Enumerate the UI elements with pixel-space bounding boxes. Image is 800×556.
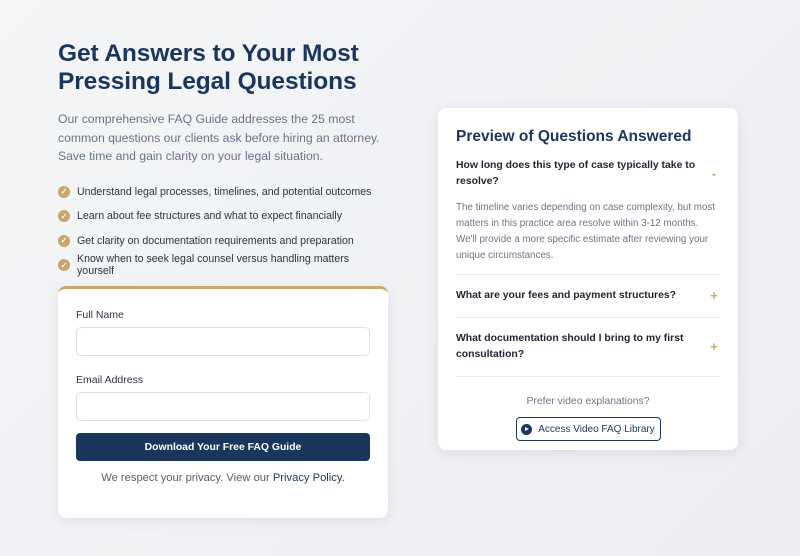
privacy-policy-link[interactable]: Privacy Policy.	[273, 472, 345, 484]
faq-preview-card: Preview of Questions Answered How long d…	[438, 108, 738, 450]
faq-question: How long does this type of case typicall…	[456, 160, 696, 187]
lead-form-card: Full Name Email Address Download Your Fr…	[58, 286, 388, 518]
benefit-list: ✓ Understand legal processes, timelines,…	[58, 180, 388, 278]
faq-item: What documentation should I bring to my …	[456, 318, 720, 377]
list-item: ✓ Understand legal processes, timelines,…	[58, 180, 388, 205]
list-item: ✓ Learn about fee structures and what to…	[58, 204, 388, 229]
check-circle-icon: ✓	[58, 210, 70, 223]
faq-answer: The timeline varies depending on case co…	[456, 202, 716, 261]
video-faq-library-button[interactable]: Access Video FAQ Library	[515, 417, 661, 441]
faq-item: What are your fees and payment structure…	[456, 275, 720, 318]
faq-question-toggle[interactable]: What are your fees and payment structure…	[456, 275, 720, 317]
intro-text: Our comprehensive FAQ Guide addresses th…	[58, 112, 380, 163]
check-circle-icon: ✓	[58, 259, 70, 272]
hero-section: Get Answers to Your Most Pressing Legal …	[58, 40, 388, 278]
privacy-text: We respect your privacy. View our	[101, 472, 270, 484]
full-name-input[interactable]	[76, 327, 370, 356]
plus-icon[interactable]: +	[708, 339, 720, 355]
benefit-text: Learn about fee structures and what to e…	[77, 210, 343, 223]
check-circle-icon: ✓	[58, 234, 70, 247]
list-item: ✓ Get clarity on documentation requireme…	[58, 229, 388, 254]
email-label: Email Address	[76, 374, 144, 386]
benefit-text: Know when to seek legal counsel versus h…	[77, 253, 350, 278]
minus-icon[interactable]: -	[708, 166, 720, 182]
faq-item: How long does this type of case typicall…	[456, 158, 720, 275]
faq-question: What are your fees and payment structure…	[456, 290, 676, 301]
benefit-text: Understand legal processes, timelines, a…	[77, 185, 372, 198]
check-circle-icon: ✓	[58, 185, 70, 198]
plus-icon[interactable]: +	[708, 288, 720, 304]
play-circle-icon	[521, 423, 533, 435]
faq-question-toggle[interactable]: How long does this type of case typicall…	[456, 158, 720, 190]
email-input[interactable]	[76, 392, 370, 421]
video-button-label: Access Video FAQ Library	[538, 423, 655, 435]
benefit-text: Get clarity on documentation requirement…	[77, 234, 354, 247]
faq-title: Preview of Questions Answered	[456, 128, 692, 145]
full-name-label: Full Name	[76, 309, 124, 321]
faq-question: What documentation should I bring to my …	[456, 333, 684, 360]
faq-question-toggle[interactable]: What documentation should I bring to my …	[456, 318, 720, 376]
download-guide-button[interactable]: Download Your Free FAQ Guide	[76, 433, 370, 461]
video-prompt: Prefer video explanations?	[526, 396, 650, 407]
privacy-note: We respect your privacy. View our Privac…	[76, 472, 370, 484]
list-item: ✓ Know when to seek legal counsel versus…	[58, 253, 388, 278]
page-title: Get Answers to Your Most Pressing Legal …	[58, 40, 359, 95]
